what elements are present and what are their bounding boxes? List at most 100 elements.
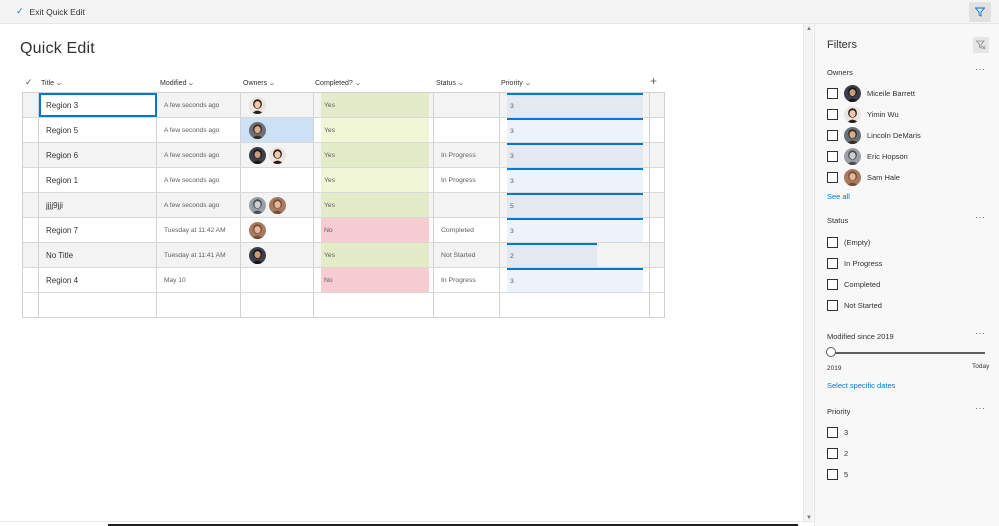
status-cell[interactable] (434, 118, 500, 142)
title-cell[interactable]: No Title (39, 243, 157, 267)
status-cell[interactable]: In Progress (434, 268, 500, 292)
filter-pane-toggle-button[interactable] (969, 2, 991, 22)
status-cell[interactable]: Not Started (434, 243, 500, 267)
owners-cell[interactable] (241, 243, 314, 267)
owners-cell[interactable] (241, 218, 314, 242)
empty-cell[interactable] (650, 293, 666, 317)
table-row[interactable]: jjjj9jji A few seconds ago Yes 5 (23, 193, 664, 218)
column-header-modified[interactable]: Modified ⌄ (160, 79, 195, 88)
exit-quick-edit-button[interactable]: ✓ Exit Quick Edit (16, 6, 85, 17)
priority-cell[interactable]: 5 (500, 193, 650, 217)
see-all-owners-link[interactable]: See all (827, 192, 850, 201)
scroll-up-arrow-icon[interactable]: ▲ (806, 26, 812, 32)
add-column-plus-icon[interactable]: + (650, 74, 657, 88)
completed-cell[interactable]: Yes (314, 243, 434, 267)
checkbox[interactable] (827, 258, 838, 269)
empty-cell[interactable] (39, 293, 157, 317)
row-select-cell[interactable] (23, 268, 39, 292)
row-select-cell[interactable] (23, 118, 39, 142)
title-cell[interactable]: Region 7 (39, 218, 157, 242)
clear-filters-button[interactable] (973, 37, 989, 53)
priority-cell[interactable]: 3 (500, 118, 650, 142)
empty-cell[interactable] (500, 293, 650, 317)
column-header-title[interactable]: Title ⌄ (41, 79, 63, 88)
row-select-cell[interactable] (23, 143, 39, 167)
checkbox[interactable] (827, 88, 838, 99)
owner-filter-option[interactable]: Eric Hopson (827, 148, 908, 165)
priority-filter-option[interactable]: 5 (827, 469, 848, 480)
modified-cell[interactable]: A few seconds ago (157, 93, 241, 117)
title-cell[interactable]: Region 6 (39, 143, 157, 167)
column-header-completed[interactable]: Completed? ⌄ (315, 79, 362, 88)
owner-filter-option[interactable]: Sam Hale (827, 169, 900, 186)
modified-more-icon[interactable]: ··· (975, 328, 986, 338)
priority-more-icon[interactable]: ··· (975, 403, 986, 413)
priority-cell[interactable]: 3 (500, 268, 650, 292)
status-more-icon[interactable]: ··· (975, 212, 986, 222)
title-cell[interactable]: jjjj9jji (39, 193, 157, 217)
checkbox[interactable] (827, 448, 838, 459)
owners-cell[interactable] (241, 193, 314, 217)
empty-cell[interactable] (23, 293, 39, 317)
select-all-checkmark-icon[interactable]: ✓ (25, 77, 33, 88)
title-cell[interactable]: Region 3 (39, 93, 157, 117)
completed-cell[interactable]: No (314, 218, 434, 242)
modified-slider-track[interactable] (829, 352, 985, 354)
status-filter-option[interactable]: Not Started (827, 300, 882, 311)
table-row[interactable]: Region 7 Tuesday at 11:42 AM No Completed 3 (23, 218, 664, 243)
completed-cell[interactable]: No (314, 268, 434, 292)
modified-cell[interactable]: A few seconds ago (157, 168, 241, 192)
status-cell[interactable] (434, 193, 500, 217)
vertical-scrollbar[interactable]: ▲ ▼ (803, 24, 813, 526)
completed-cell[interactable]: Yes (314, 93, 434, 117)
checkbox[interactable] (827, 172, 838, 183)
table-row[interactable]: Region 6A few seconds ago Yes In Progress 3 (23, 143, 664, 168)
priority-filter-option[interactable]: 2 (827, 448, 848, 459)
priority-cell[interactable]: 3 (500, 93, 650, 117)
completed-cell[interactable]: Yes (314, 143, 434, 167)
modified-cell[interactable]: A few seconds ago (157, 118, 241, 142)
priority-cell[interactable]: 3 (500, 143, 650, 167)
table-row[interactable]: Region 4 May 10 No In Progress 3 (23, 268, 664, 293)
priority-cell[interactable]: 2 (500, 243, 650, 267)
empty-cell[interactable] (434, 293, 500, 317)
table-row[interactable]: No Title Tuesday at 11:41 AM Yes Not Starte… (23, 243, 664, 268)
priority-cell[interactable]: 3 (500, 168, 650, 192)
modified-cell[interactable]: A few seconds ago (157, 143, 241, 167)
row-select-cell[interactable] (23, 168, 39, 192)
title-cell[interactable]: Region 4 (39, 268, 157, 292)
modified-cell[interactable]: A few seconds ago (157, 193, 241, 217)
owners-cell[interactable] (241, 93, 314, 117)
column-header-status[interactable]: Status ⌄ (436, 79, 465, 88)
modified-cell[interactable]: Tuesday at 11:42 AM (157, 218, 241, 242)
title-cell[interactable]: Region 5 (39, 118, 157, 142)
row-select-cell[interactable] (23, 193, 39, 217)
table-row[interactable]: Region 3A few seconds ago Yes 3 (23, 93, 664, 118)
owners-more-icon[interactable]: ··· (975, 64, 986, 74)
row-select-cell[interactable] (23, 218, 39, 242)
modified-cell[interactable]: May 10 (157, 268, 241, 292)
title-cell[interactable]: Region 1 (39, 168, 157, 192)
checkbox[interactable] (827, 130, 838, 141)
status-cell[interactable]: In Progress (434, 168, 500, 192)
empty-cell[interactable] (314, 293, 434, 317)
status-cell[interactable]: Completed (434, 218, 500, 242)
checkbox[interactable] (827, 469, 838, 480)
row-select-cell[interactable] (23, 93, 39, 117)
status-filter-option[interactable]: (Empty) (827, 237, 870, 248)
owners-cell[interactable] (241, 268, 314, 292)
completed-cell[interactable]: Yes (314, 118, 434, 142)
owners-cell[interactable] (241, 118, 314, 142)
table-row[interactable]: Region 1A few seconds ago Yes In Progress 3 (23, 168, 664, 193)
checkbox[interactable] (827, 109, 838, 120)
checkbox[interactable] (827, 300, 838, 311)
status-filter-option[interactable]: Completed (827, 279, 880, 290)
owners-cell[interactable] (241, 143, 314, 167)
owner-filter-option[interactable]: Yimin Wu (827, 106, 899, 123)
checkbox[interactable] (827, 151, 838, 162)
empty-cell[interactable] (157, 293, 241, 317)
completed-cell[interactable]: Yes (314, 168, 434, 192)
owners-cell[interactable] (241, 168, 314, 192)
new-item-row[interactable] (23, 293, 664, 317)
modified-cell[interactable]: Tuesday at 11:41 AM (157, 243, 241, 267)
